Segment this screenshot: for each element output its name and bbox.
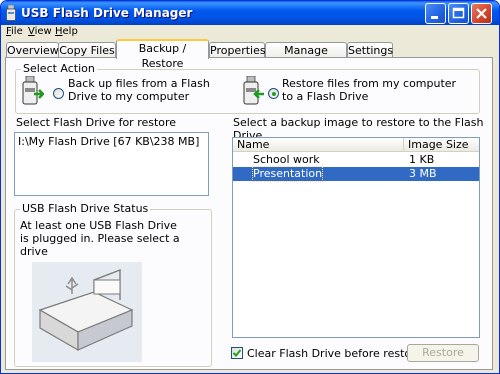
restore-button[interactable]: Restore (407, 344, 479, 362)
usb-restore-icon (243, 76, 264, 105)
status-line1: At least one USB Flash Drive (20, 219, 177, 232)
row-name: Presentation (251, 166, 324, 182)
app-window: USB Flash Drive Manager File View Help O… (0, 0, 500, 374)
restore-line1: Restore files from my computer (282, 77, 457, 90)
usb-status-group: USB Flash Drive Status At least one USB … (14, 203, 212, 367)
tab-backup-restore[interactable]: Backup / Restore (116, 39, 209, 70)
clear-drive-checkbox[interactable] (231, 347, 243, 359)
select-action-title: Select Action (21, 62, 97, 75)
restore-radio[interactable] (268, 88, 279, 99)
table-row[interactable]: School work 1 KB (233, 153, 479, 167)
minimize-icon (431, 16, 438, 19)
radio-selected-dot (272, 92, 276, 96)
backup-line1: Back up files from a Flash (68, 77, 210, 90)
column-header-image-size[interactable]: Image Size (403, 138, 479, 152)
window-title: USB Flash Drive Manager (21, 6, 193, 20)
clear-drive-label[interactable]: Clear Flash Drive before restoring (247, 347, 433, 360)
row-name: School work (253, 153, 320, 166)
menu-help[interactable]: Help (55, 25, 78, 38)
usb-backup-icon (22, 76, 44, 105)
minimize-button[interactable] (425, 3, 446, 24)
tab-strip: Overview Copy Files Backup / Restore Pro… (1, 39, 499, 72)
title-bar[interactable]: USB Flash Drive Manager (1, 1, 499, 25)
drive-list-item[interactable]: I:\My Flash Drive [67 KB\238 MB] (18, 135, 199, 148)
restore-option-label[interactable]: Restore files from my computer to a Flas… (282, 77, 456, 103)
restore-line2: to a Flash Drive (282, 90, 369, 103)
row-size: 1 KB (409, 153, 435, 166)
usb-status-message: At least one USB Flash Drive is plugged … (20, 219, 180, 258)
menu-view[interactable]: View (28, 25, 52, 38)
select-drive-label: Select Flash Drive for restore (16, 116, 177, 129)
status-line2: is plugged in. Please select a (20, 232, 180, 245)
window-right-edge (493, 57, 499, 370)
tab-panel: Select Action Back up files from a Flash… (5, 57, 493, 370)
usb-status-title: USB Flash Drive Status (20, 202, 151, 215)
maximize-button[interactable] (448, 3, 469, 24)
backup-radio[interactable] (53, 88, 64, 99)
usb-drive-icon (6, 5, 16, 21)
usb-plug-illustration (32, 262, 142, 362)
table-row-selected[interactable]: Presentation 3 MB (233, 166, 479, 182)
select-action-group: Select Action Back up files from a Flash… (15, 63, 480, 114)
drive-listbox[interactable]: I:\My Flash Drive [67 KB\238 MB] (14, 132, 209, 196)
menu-file[interactable]: File (6, 25, 23, 38)
maximize-icon (452, 7, 465, 19)
backup-line2: Drive to my computer (68, 90, 190, 103)
backup-option-label[interactable]: Back up files from a Flash Drive to my c… (68, 77, 210, 103)
status-line3: drive (20, 245, 48, 258)
row-size: 3 MB (409, 167, 437, 180)
checkmark-icon (232, 349, 242, 357)
column-header-name[interactable]: Name (233, 138, 403, 152)
close-icon (476, 8, 487, 19)
menu-bar: File View Help (1, 25, 499, 38)
backup-image-list[interactable]: Name Image Size School work 1 KB Present… (232, 137, 480, 338)
close-button[interactable] (471, 3, 492, 24)
